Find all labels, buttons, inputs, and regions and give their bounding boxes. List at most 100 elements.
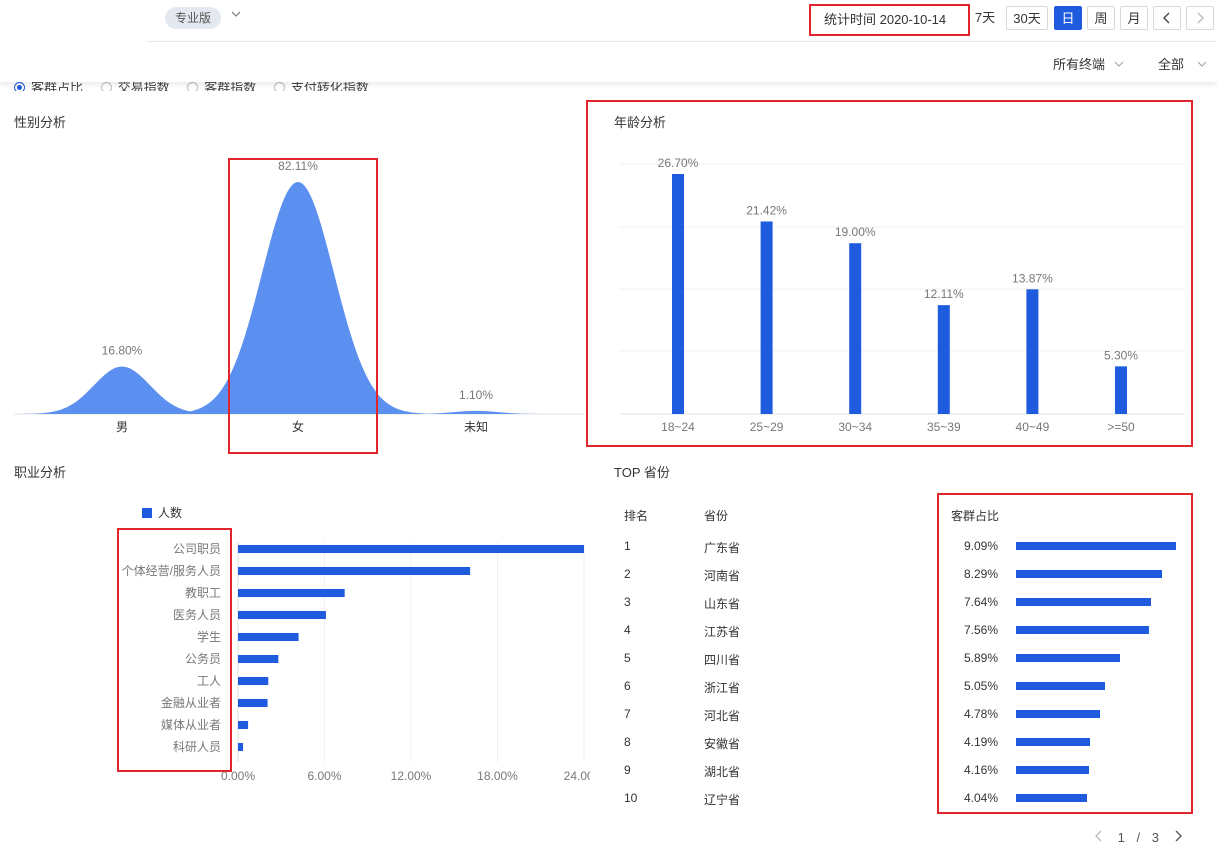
age-section-title: 年龄分析 — [614, 115, 667, 130]
province-rank: 7 — [624, 707, 631, 721]
occupation-category-label: 教职工 — [185, 585, 221, 600]
occupation-bar[interactable] — [238, 545, 584, 553]
province-row[interactable]: 3 山东省 7.64% — [600, 589, 1200, 617]
occupation-tick-label: 6.00% — [307, 769, 341, 783]
chevron-left-icon[interactable] — [1094, 830, 1104, 842]
province-share: 4.78% — [964, 707, 999, 721]
gender-chart: 16.80% 82.11% 1.10% 男 女 未知 — [14, 159, 585, 434]
pager-total: 3 — [1151, 830, 1159, 845]
col-header-province: 省份 — [704, 509, 729, 523]
province-share: 4.19% — [964, 735, 999, 749]
occupation-category-label: 公务员 — [185, 651, 221, 666]
age-category-label: 18~24 — [661, 420, 695, 434]
col-header-share: 客群占比 — [951, 509, 1000, 523]
legend-swatch — [142, 508, 152, 518]
province-row[interactable]: 2 河南省 8.29% — [600, 561, 1200, 589]
province-rank: 6 — [624, 679, 631, 693]
province-share-bar — [1016, 654, 1120, 662]
age-bar[interactable] — [849, 243, 862, 414]
provinces-section-title: TOP 省份 — [614, 465, 670, 480]
province-name: 山东省 — [704, 597, 741, 611]
province-name: 广东省 — [704, 541, 741, 555]
terminal-select-label: 所有终端 — [1053, 57, 1106, 72]
occupation-bar[interactable] — [238, 611, 326, 619]
province-rank: 2 — [624, 567, 631, 581]
occupation-bar[interactable] — [238, 655, 279, 663]
gender-section-title: 性别分析 — [14, 115, 67, 130]
age-bar[interactable] — [937, 305, 950, 414]
age-chart: 26.70% 18~24 21.42% 25~29 19.00% 30~34 12.11% 3… — [620, 156, 1185, 434]
age-bar[interactable] — [1115, 366, 1127, 414]
province-row[interactable]: 10 辽宁省 4.04% — [600, 785, 1200, 813]
province-row[interactable]: 9 湖北省 4.16% — [600, 757, 1200, 785]
stat-time-display[interactable]: 统计时间 2020-10-14 — [809, 4, 970, 36]
chevron-down-icon — [1114, 61, 1124, 67]
occupation-bar[interactable] — [238, 567, 471, 575]
gender-category-label: 未知 — [464, 420, 488, 434]
province-name: 河北省 — [704, 709, 741, 723]
province-row[interactable]: 8 安徽省 4.19% — [600, 729, 1200, 757]
next-period-button[interactable] — [1186, 6, 1214, 30]
gender-category-label: 男 — [116, 420, 128, 434]
province-row[interactable]: 7 河北省 4.78% — [600, 701, 1200, 729]
province-share-bar — [1016, 570, 1162, 578]
gender-category-label: 女 — [292, 419, 304, 434]
age-bar[interactable] — [672, 174, 684, 414]
legend-label: 人数 — [158, 506, 183, 520]
occupation-category-label: 学生 — [197, 629, 221, 644]
gender-area-series — [14, 182, 585, 414]
scope-select[interactable]: 全部 — [1158, 54, 1208, 73]
chevron-down-icon[interactable] — [230, 8, 244, 22]
occupation-bar[interactable] — [238, 633, 299, 641]
province-row[interactable]: 1 广东省 9.09% — [600, 533, 1200, 561]
age-category-label: 35~39 — [927, 420, 961, 434]
occupation-category-label: 媒体从业者 — [161, 718, 221, 732]
province-share-bar — [1016, 598, 1151, 606]
age-value-label: 12.11% — [924, 287, 964, 301]
age-value-label: 5.30% — [1104, 348, 1138, 362]
province-rank: 3 — [624, 595, 631, 609]
range-7d-button[interactable]: 7天 — [970, 6, 1000, 30]
range-30d-button[interactable]: 30天 — [1006, 6, 1048, 30]
age-value-label: 19.00% — [835, 225, 876, 239]
occupation-category-label: 金融从业者 — [161, 695, 221, 710]
gender-value-label: 1.10% — [459, 388, 493, 402]
range-week-button[interactable]: 周 — [1087, 6, 1115, 30]
gender-value-label: 82.11% — [278, 159, 318, 173]
occupation-bar[interactable] — [238, 677, 269, 685]
chevron-down-icon — [1197, 61, 1207, 67]
occupation-bar[interactable] — [238, 589, 345, 597]
province-share-bar — [1016, 542, 1176, 550]
province-name: 安徽省 — [704, 737, 741, 751]
province-row[interactable]: 5 四川省 5.89% — [600, 645, 1200, 673]
terminal-select[interactable]: 所有终端 — [1053, 54, 1125, 73]
province-share-bar — [1016, 794, 1088, 802]
province-share: 7.64% — [964, 595, 999, 609]
occupation-bar[interactable] — [238, 721, 249, 729]
prev-period-button[interactable] — [1153, 6, 1181, 30]
pager-separator: / — [1136, 830, 1141, 845]
province-share-bar — [1016, 766, 1090, 774]
province-name: 江苏省 — [704, 625, 741, 639]
occupation-legend: 人数 — [142, 504, 182, 521]
province-row[interactable]: 4 江苏省 7.56% — [600, 617, 1200, 645]
range-month-button[interactable]: 月 — [1120, 6, 1148, 30]
chevron-right-icon[interactable] — [1173, 830, 1183, 842]
range-day-button[interactable]: 日 — [1054, 6, 1082, 30]
occupation-bar[interactable] — [238, 699, 268, 707]
age-bar[interactable] — [760, 221, 773, 414]
age-category-label: 25~29 — [750, 420, 784, 434]
age-value-label: 21.42% — [746, 203, 787, 217]
province-row[interactable]: 6 浙江省 5.05% — [600, 673, 1200, 701]
province-rank: 5 — [624, 651, 631, 665]
edition-badge[interactable]: 专业版 — [165, 7, 221, 29]
pager-current: 1 — [1117, 830, 1125, 845]
age-value-label: 13.87% — [1012, 271, 1053, 285]
occupation-category-label: 医务人员 — [173, 607, 221, 622]
province-name: 四川省 — [704, 653, 741, 667]
province-name: 浙江省 — [704, 681, 741, 695]
age-bar[interactable] — [1026, 289, 1039, 414]
occupation-bar[interactable] — [238, 743, 244, 751]
province-share-bar — [1016, 626, 1150, 634]
occupation-category-label: 个体经营/服务人员 — [122, 563, 221, 578]
